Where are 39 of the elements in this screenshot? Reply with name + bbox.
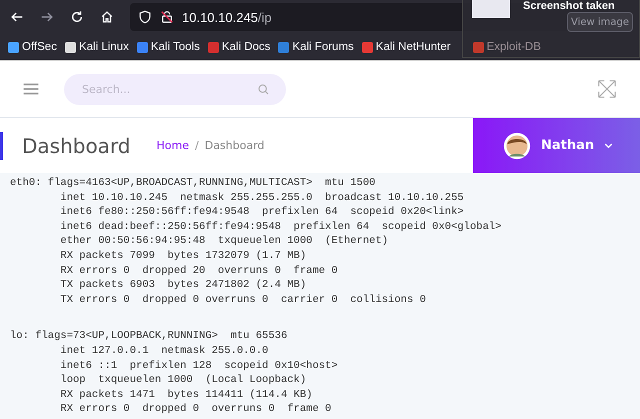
breadcrumb-item: Dashboard — [204, 139, 264, 152]
insecure-lock-icon[interactable] — [160, 10, 174, 24]
output-line: inet6 fe80::250:56ff:fe94:9548 prefixlen 64 scopeid 0x20<link> — [60, 205, 464, 220]
avatar-icon — [503, 132, 531, 160]
shield-icon[interactable] — [138, 10, 152, 24]
bookmark[interactable]: Kali Docs — [208, 41, 270, 53]
bookmark[interactable]: Kali Linux — [64, 41, 129, 53]
output-line: inet6 dead:beef::250:56ff:fe94:9548 prefixlen 64 scopeid 0x0<global> — [60, 220, 502, 234]
forward-icon[interactable] — [40, 10, 54, 24]
reload-icon[interactable] — [70, 10, 84, 24]
output-line: loop txqueuelen 1000 (Local Loopback) — [60, 373, 306, 388]
breadcrumb-separator: / — [195, 139, 199, 152]
output-line: RX packets 7099 bytes 1732079 (1.7 MB) — [60, 248, 306, 264]
output-line: TX packets 6903 bytes 2471802 (2.4 MB) — [60, 278, 306, 293]
breadcrumb-item[interactable]: Home — [156, 139, 189, 152]
user-menu[interactable]: Nathan — [473, 118, 640, 173]
bookmark[interactable]: Kali Tools — [136, 41, 200, 53]
home-icon[interactable] — [100, 10, 114, 24]
bookmark[interactable]: OffSec — [8, 41, 57, 53]
output-line: inet 10.10.10.245 netmask 255.255.255.0 broadcast 10.10.10.255 — [60, 190, 464, 206]
bookmark[interactable]: Kali NetHunter — [362, 41, 451, 53]
view-image-button[interactable]: View image — [567, 12, 633, 32]
back-icon[interactable] — [10, 10, 24, 24]
output-line: eth0: flags=4163<UP,BROADCAST,RUNNING,MULTICAST> mtu 1500 — [10, 176, 376, 191]
page-title: Dashboard — [22, 134, 131, 158]
screenshot-thumbnail — [472, 0, 510, 18]
bookmark[interactable]: Exploit-DB — [472, 41, 541, 53]
bookmark[interactable]: Kali Forums — [278, 41, 354, 53]
output-line: RX errors 0 dropped 0 overruns 0 frame 0 — [60, 402, 332, 417]
output-line: lo: flags=73<UP,LOOPBACK,RUNNING> mtu 65536 — [10, 329, 288, 344]
user-name: Nathan — [541, 138, 594, 153]
output-line: inet6 ::1 prefixlen 128 scopeid 0x10<host> — [60, 358, 338, 374]
output-line: RX packets 1471 bytes 114411 (114.4 KB) — [60, 388, 312, 402]
output-line: TX errors 0 dropped 0 overruns 0 carrier 0 collisions 0 — [60, 292, 426, 308]
output-line: ether 00:50:56:94:95:48 txqueuelen 1000 (Ethernet) — [60, 234, 388, 249]
url-text: 10.10.10.245/ip — [182, 10, 272, 24]
output-line: inet 127.0.0.1 netmask 255.0.0.0 — [60, 344, 268, 359]
search-icon — [257, 82, 270, 96]
output-line: RX errors 0 dropped 20 overruns 0 frame 0 — [60, 264, 338, 278]
